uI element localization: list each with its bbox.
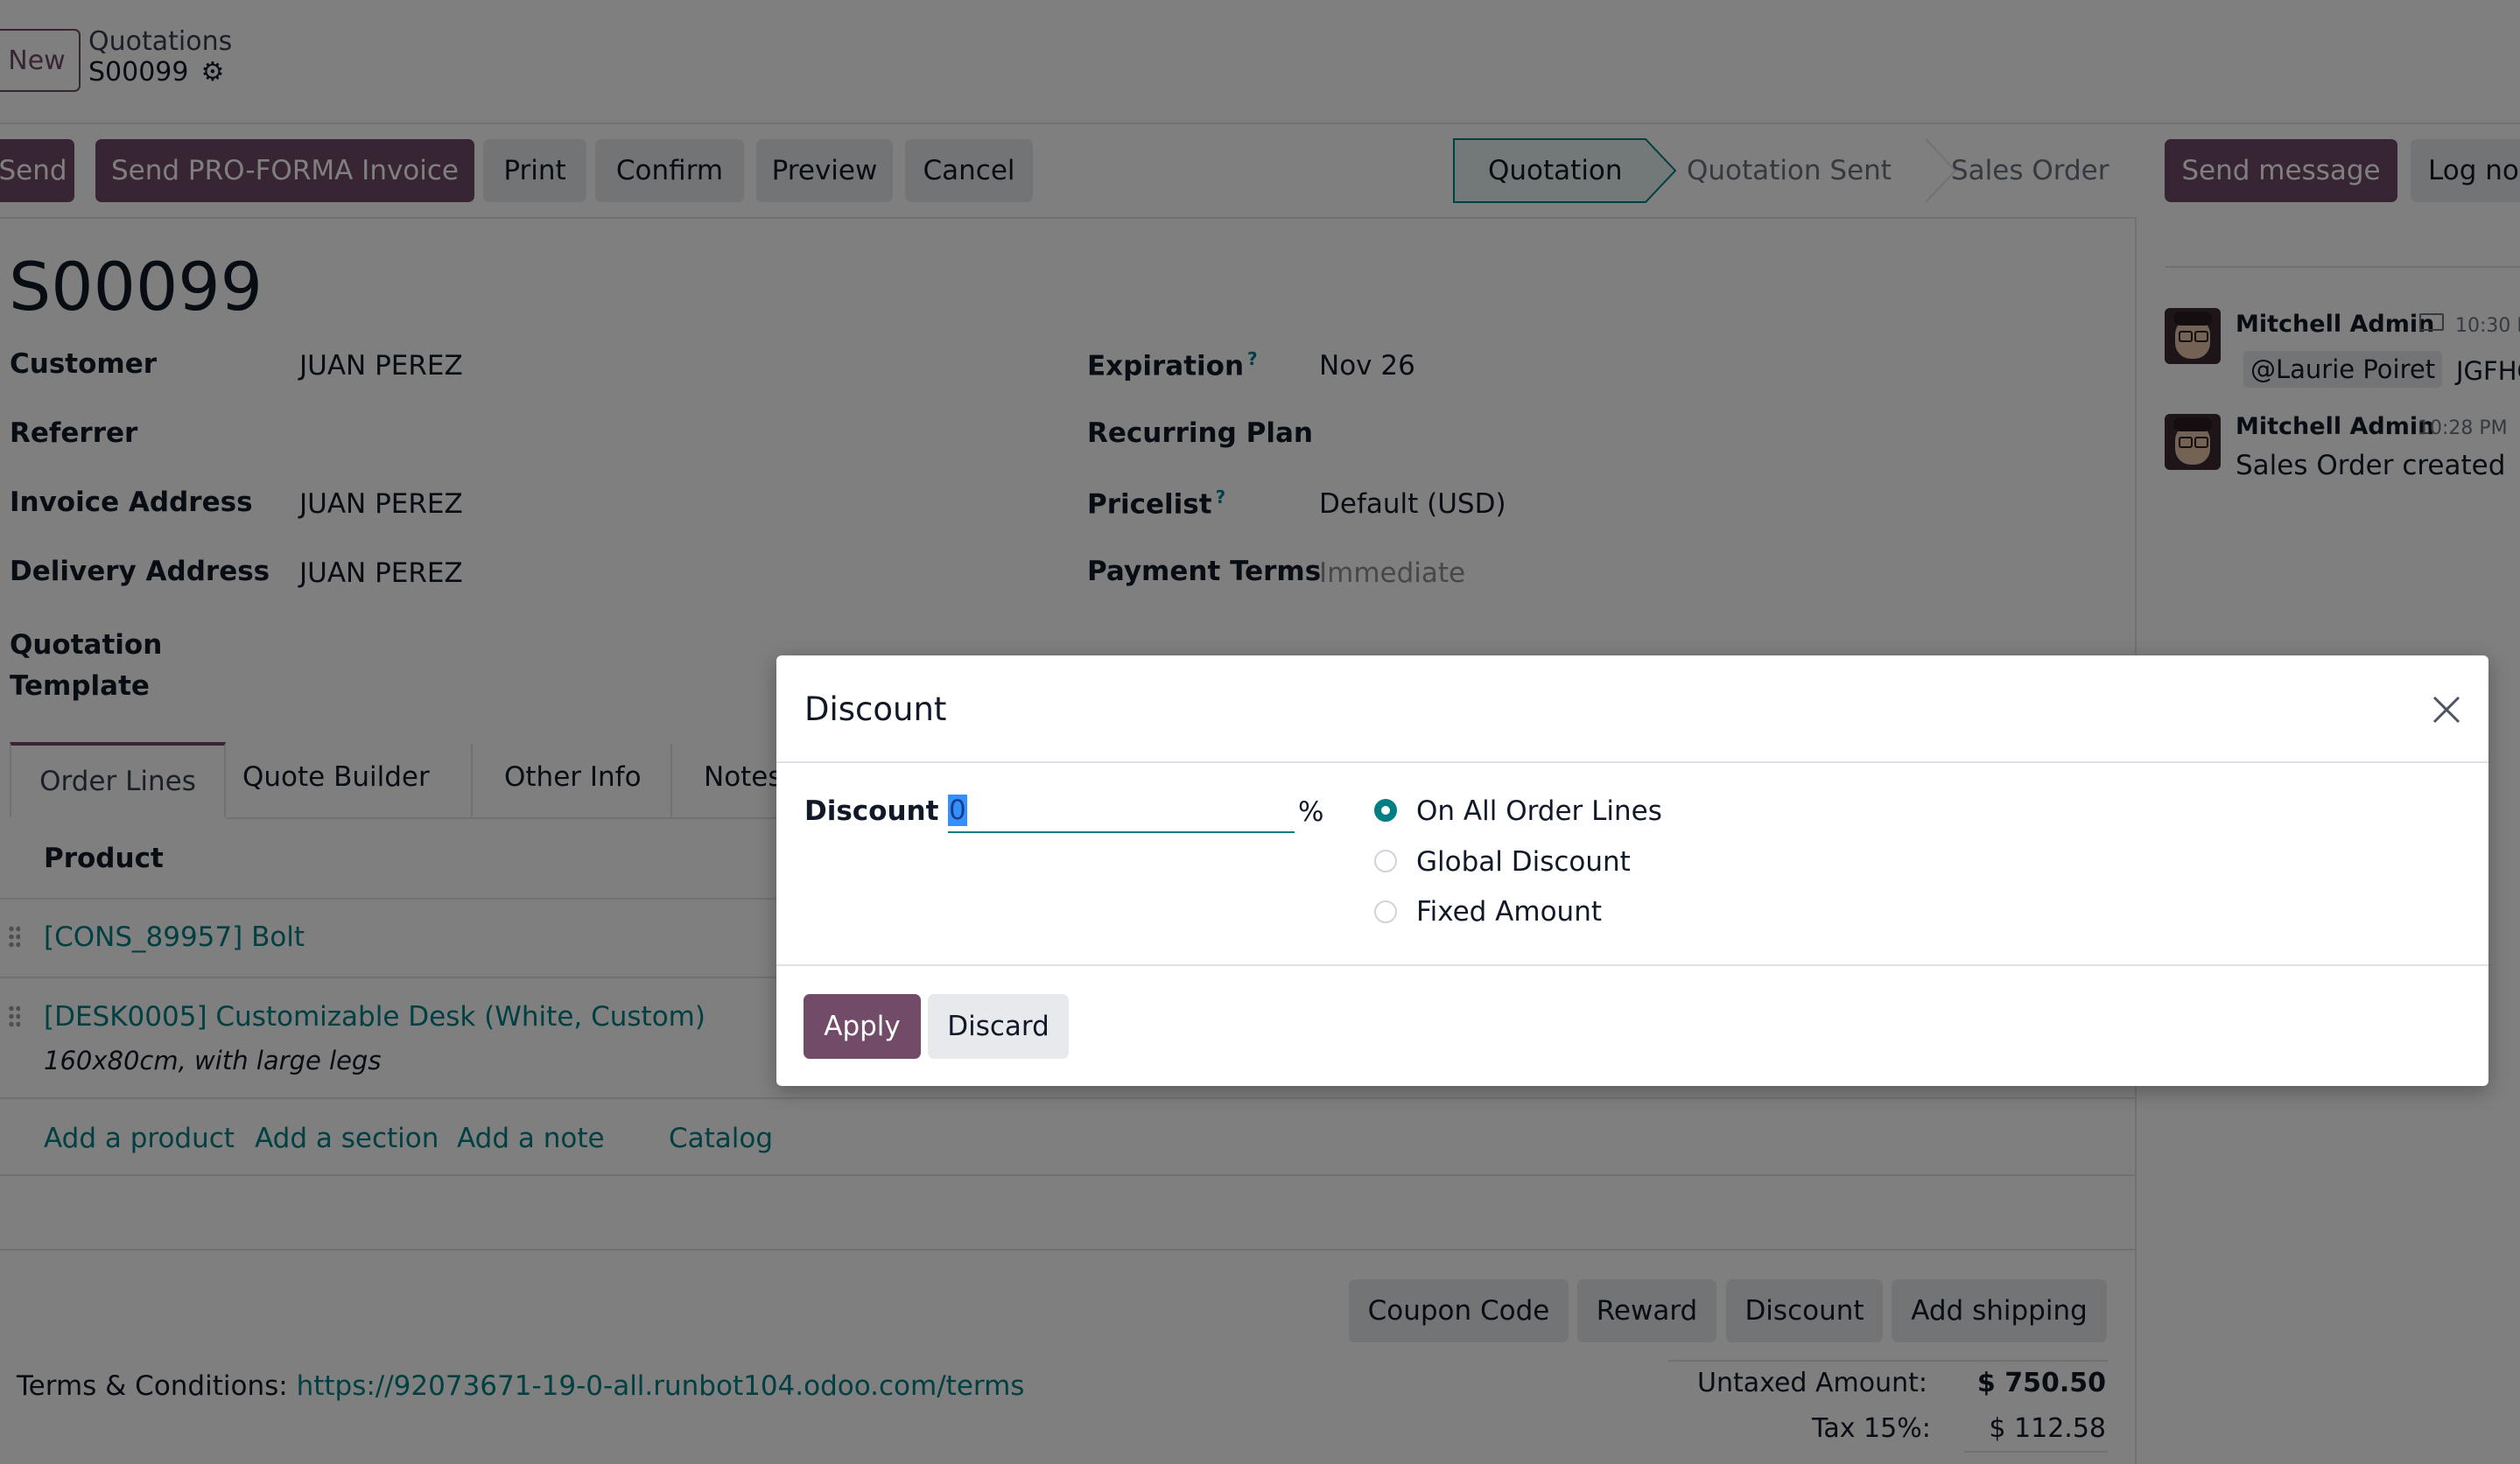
percent-unit: % (1298, 796, 1324, 828)
discard-button[interactable]: Discard (928, 994, 1069, 1059)
radio-global-discount[interactable] (1374, 850, 1397, 872)
option-label[interactable]: Global Discount (1416, 846, 1631, 878)
discount-field-label: Discount (804, 795, 939, 827)
discount-input[interactable]: 0 (948, 791, 1295, 833)
radio-fixed-amount[interactable] (1374, 900, 1397, 923)
discount-dialog: Discount Discount 0 % On All Order Lines… (776, 655, 2488, 1086)
radio-on-all-order-lines[interactable] (1374, 799, 1397, 822)
option-label[interactable]: Fixed Amount (1416, 896, 1602, 928)
discount-input-value: 0 (948, 795, 967, 826)
apply-button[interactable]: Apply (804, 994, 921, 1059)
dialog-title: Discount (804, 690, 947, 728)
option-label[interactable]: On All Order Lines (1416, 795, 1662, 827)
close-icon[interactable] (2429, 692, 2464, 727)
